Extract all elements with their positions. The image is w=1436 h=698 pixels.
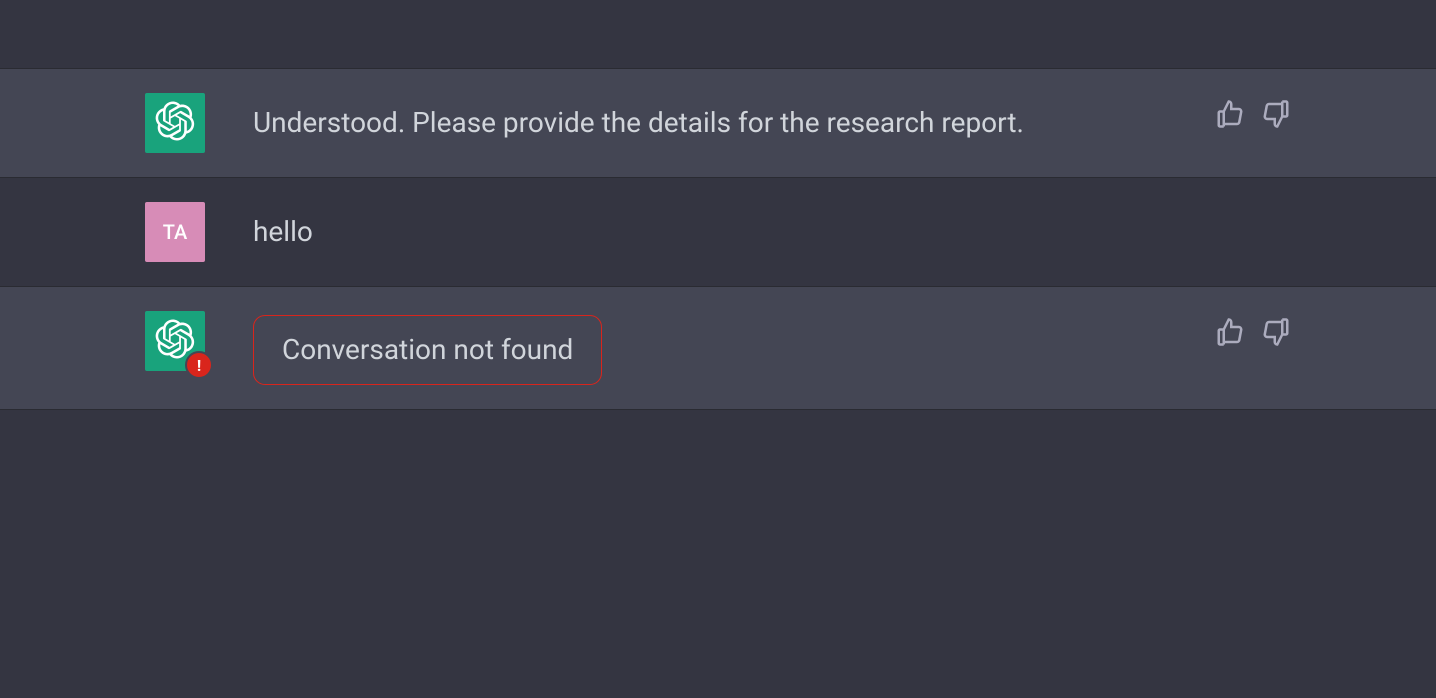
openai-logo-icon: [155, 101, 195, 146]
user-avatar: TA: [145, 202, 205, 262]
thumbs-down-icon: [1261, 317, 1291, 351]
message-text: hello: [253, 202, 1291, 251]
feedback-controls: [1215, 93, 1291, 133]
top-bar: [0, 0, 1436, 69]
thumbs-down-icon: [1261, 99, 1291, 133]
message-assistant: Understood. Please provide the details f…: [0, 69, 1436, 178]
thumbs-down-button[interactable]: [1261, 317, 1291, 351]
message-user: TA hello: [0, 178, 1436, 287]
assistant-avatar: !: [145, 311, 205, 371]
message-assistant-error: ! Conversation not found: [0, 287, 1436, 410]
error-badge-icon: !: [185, 351, 213, 379]
assistant-avatar: [145, 93, 205, 153]
thumbs-up-icon: [1215, 99, 1245, 133]
message-error-container: Conversation not found: [253, 311, 1167, 385]
message-text: Understood. Please provide the details f…: [253, 93, 1167, 142]
thumbs-up-button[interactable]: [1215, 99, 1245, 133]
error-message: Conversation not found: [253, 315, 602, 385]
thumbs-up-icon: [1215, 317, 1245, 351]
thumbs-up-button[interactable]: [1215, 317, 1245, 351]
thumbs-down-button[interactable]: [1261, 99, 1291, 133]
user-avatar-initials: TA: [163, 220, 188, 244]
bottom-bar: [0, 410, 1436, 494]
feedback-controls: [1215, 311, 1291, 351]
